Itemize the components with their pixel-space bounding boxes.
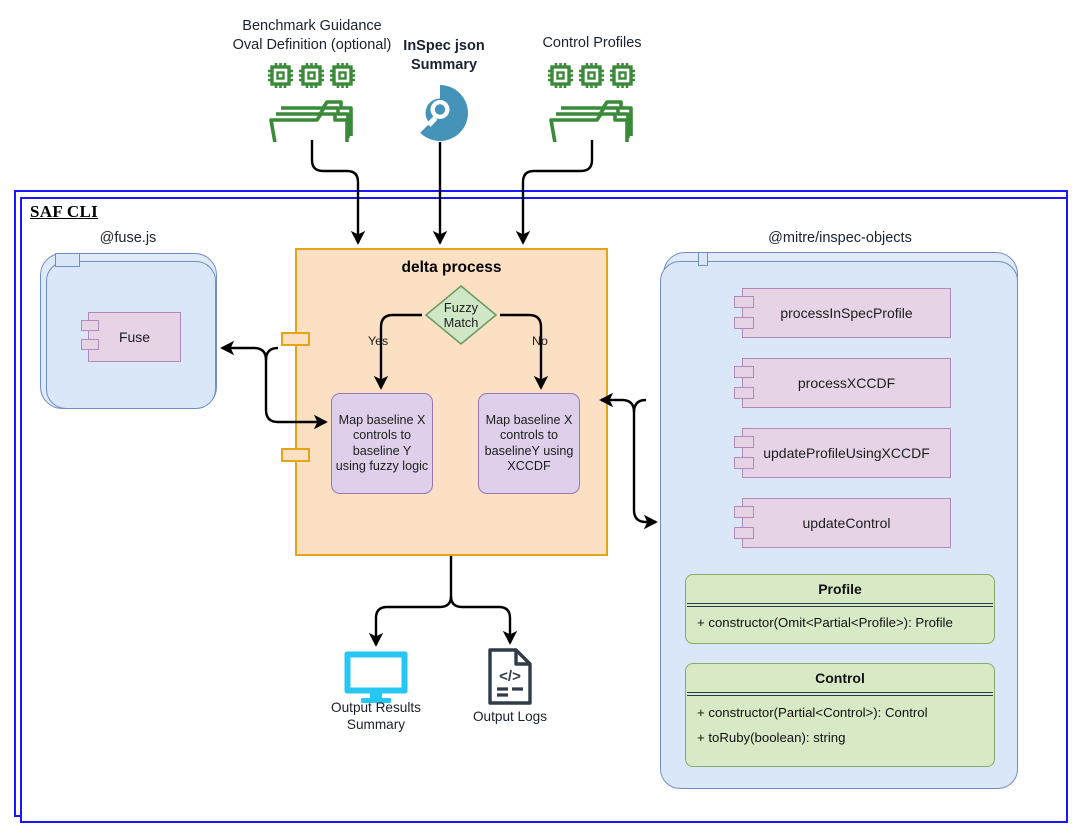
- output-results-summary-label: Output Results Summary: [321, 700, 431, 734]
- uml-class-profile-name: Profile: [818, 581, 862, 597]
- component-processxccdf[interactable]: processXCCDF: [742, 358, 951, 408]
- source-label-line: Benchmark Guidance: [242, 18, 382, 35]
- delta-process-title: delta process: [401, 259, 502, 276]
- component-port-nub: [734, 317, 754, 329]
- decision-fuzzy-match[interactable]: Fuzzy Match: [424, 284, 498, 346]
- folder-stack-chips-icon: [545, 56, 639, 142]
- component-fuse-label: Fuse: [118, 329, 151, 345]
- component-port-nub: [734, 387, 754, 399]
- component-port-nub: [81, 320, 99, 331]
- uml-class-control-member: + constructor(Partial<Control>): Control: [697, 705, 928, 721]
- output-label-line: Output Logs: [472, 708, 548, 724]
- task-map-xccdf[interactable]: Map baseline X controls to baselineY usi…: [478, 393, 580, 494]
- component-processinspecprofile[interactable]: processInSpecProfile: [742, 288, 951, 338]
- delta-port-top: [281, 332, 310, 346]
- output-label-line: Output Results: [331, 700, 421, 716]
- task-line: Map baseline X: [485, 412, 573, 427]
- component-port-nub: [734, 436, 754, 448]
- task-line: controls to: [352, 428, 412, 443]
- task-line: using fuzzy logic: [335, 458, 429, 473]
- decision-fuzzy-match-label: Fuzzy Match: [424, 284, 498, 346]
- task-map-fuzzy-logic[interactable]: Map baseline X controls to baseline Y us…: [331, 393, 433, 494]
- source-label-benchmark-guidance: Benchmark Guidance Oval Definition (opti…: [228, 16, 396, 56]
- monitor-icon: [343, 650, 409, 704]
- fuse-package-tab: [55, 253, 80, 267]
- fuse-package-caption: @fuse.js: [99, 230, 157, 246]
- inspec-logo-icon: [409, 82, 471, 144]
- task-line: Map baseline X: [338, 412, 426, 427]
- uml-class-control-name: Control: [815, 670, 865, 686]
- component-label: processInSpecProfile: [780, 305, 913, 321]
- decision-label-line: Fuzzy: [443, 299, 479, 315]
- decision-label-line: Match: [443, 315, 479, 330]
- component-port-nub: [734, 506, 754, 518]
- source-label-inspec-json-summary: InSpec json Summary: [386, 36, 502, 76]
- source-label-control-profiles: Control Profiles: [512, 32, 672, 54]
- component-port-nub: [734, 527, 754, 539]
- task-line: baselineY using: [484, 443, 574, 458]
- inspec-objects-package-tab: [698, 252, 708, 266]
- source-label-line: Oval Definition (optional): [232, 37, 392, 53]
- uml-class-profile-member: + constructor(Omit<Partial<Profile>): Pr…: [697, 615, 953, 631]
- component-updateprofileusingxccdf[interactable]: updateProfileUsingXCCDF: [742, 428, 951, 478]
- task-line: XCCDF: [507, 458, 551, 473]
- component-port-nub: [81, 339, 99, 350]
- component-port-nub: [734, 366, 754, 378]
- delta-port-bottom: [281, 448, 310, 462]
- uml-class-control-member: + toRuby(boolean): string: [697, 730, 846, 746]
- component-port-nub: [734, 296, 754, 308]
- source-label-line: InSpec json: [403, 38, 485, 55]
- component-label: updateProfileUsingXCCDF: [763, 445, 930, 461]
- task-line: baseline Y: [352, 443, 412, 458]
- output-logs-label: Output Logs: [460, 707, 560, 727]
- diagram-canvas: Benchmark Guidance Oval Definition (opti…: [0, 0, 1087, 833]
- inspec-objects-package-caption: @mitre/inspec-objects: [768, 230, 912, 246]
- code-document-icon: </>: [488, 648, 532, 705]
- component-fuse[interactable]: Fuse: [88, 312, 181, 362]
- svg-text:</>: </>: [499, 668, 521, 685]
- output-label-line: Summary: [346, 717, 406, 732]
- component-label: processXCCDF: [797, 375, 896, 391]
- component-port-nub: [734, 457, 754, 469]
- task-line: controls to: [499, 428, 559, 443]
- uml-class-profile[interactable]: Profile + constructor(Omit<Partial<Profi…: [685, 574, 995, 644]
- component-updatecontrol[interactable]: updateControl: [742, 498, 951, 548]
- edge-label-no: No: [532, 334, 548, 348]
- saf-cli-title: SAF CLI: [30, 202, 99, 221]
- source-label-line: Summary: [410, 57, 478, 73]
- edge-label-yes: Yes: [368, 334, 389, 348]
- component-label: updateControl: [802, 515, 891, 531]
- folder-stack-chips-icon: [265, 56, 359, 142]
- uml-class-control[interactable]: Control + constructor(Partial<Control>):…: [685, 663, 995, 767]
- source-label-line: Control Profiles: [542, 34, 642, 51]
